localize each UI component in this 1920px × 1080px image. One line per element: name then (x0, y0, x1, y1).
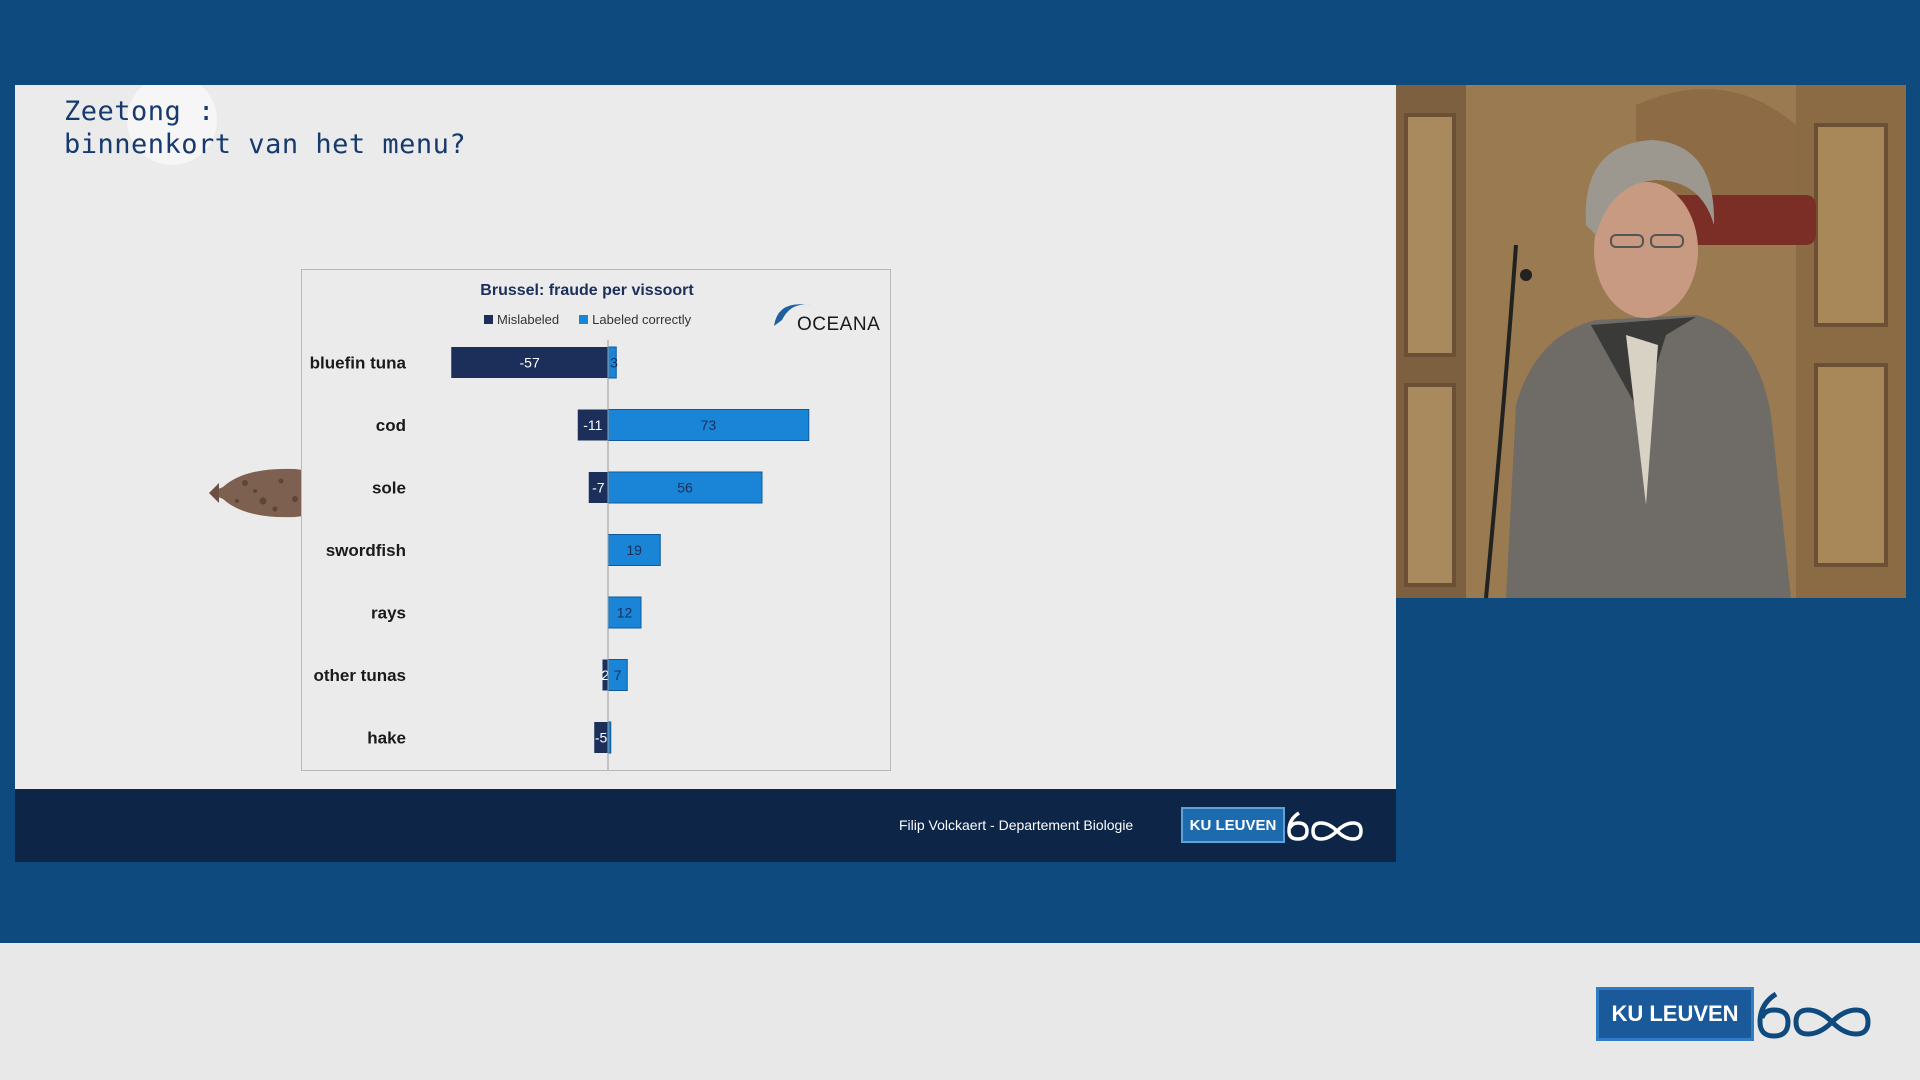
slide-title-line-1: Zeetong : (64, 96, 215, 127)
speaker-video-image (1396, 85, 1906, 598)
category-label: bluefin tuna (310, 354, 407, 373)
category-label: hake (367, 729, 406, 748)
slide-footer: Filip Volckaert - Departement Biologie K… (15, 789, 1396, 862)
bar-label-correctly: 73 (701, 417, 717, 433)
bar-label-mislabeled: -57 (520, 355, 540, 371)
bar-label-mislabeled: -5 (595, 730, 608, 746)
bar-label-correctly: 12 (617, 605, 633, 621)
bar-label-correctly: 3 (610, 355, 618, 371)
category-label: cod (376, 416, 406, 435)
bar-label-correctly: 56 (677, 480, 693, 496)
category-label: swordfish (326, 541, 406, 560)
slide-title: Zeetong : binnenkort van het menu? (64, 95, 466, 161)
bar-label-mislabeled: -11 (583, 417, 602, 433)
bar-label-correctly: 7 (614, 667, 622, 683)
ku-leuven-wordmark: KU LEUVEN (1181, 807, 1285, 843)
speaker-camera-feed (1396, 85, 1906, 598)
bar-label-correctly: 19 (626, 542, 642, 558)
video-stage: Zeetong : binnenkort van het menu? Bruss… (0, 0, 1920, 943)
category-label: rays (371, 604, 406, 623)
bar-label-mislabeled: -7 (592, 480, 605, 496)
ku-leuven-logo-small: KU LEUVEN (1181, 805, 1365, 845)
slide-title-line-2: binnenkort van het menu? (64, 129, 467, 160)
ku-leuven-wordmark-large: KU LEUVEN (1596, 987, 1754, 1041)
chart-panel: Brussel: fraude per vissoort Mislabeled … (301, 269, 891, 771)
bar-chart-svg: bluefin tuna -57 3cod -11 73sole -7 56swordfis… (310, 340, 810, 770)
category-label: other tunas (313, 666, 406, 685)
footer-credit: Filip Volckaert - Departement Biologie (899, 817, 1134, 833)
presentation-slide: Zeetong : binnenkort van het menu? Bruss… (15, 85, 1396, 789)
ku-leuven-600-icon (1287, 811, 1363, 841)
ku-leuven-600-large-icon (1757, 991, 1871, 1039)
category-label: sole (372, 479, 406, 498)
ku-leuven-logo-large: KU LEUVEN (1596, 984, 1874, 1044)
